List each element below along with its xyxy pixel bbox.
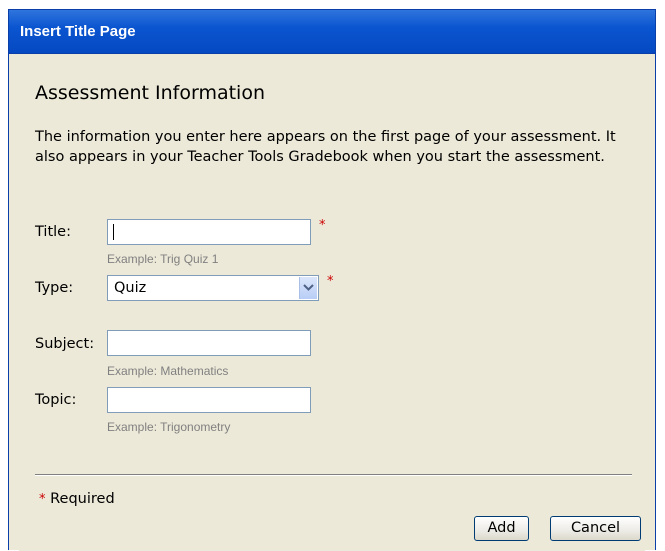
cancel-button[interactable]: Cancel xyxy=(550,516,641,541)
title-hint: Example: Trig Quiz 1 xyxy=(107,252,219,266)
type-label: Type: xyxy=(35,280,74,296)
subject-hint: Example: Mathematics xyxy=(107,364,229,378)
topic-input[interactable] xyxy=(107,387,311,413)
required-text: Required xyxy=(45,491,115,507)
title-label: Title: xyxy=(35,224,71,240)
title-required-mark: * xyxy=(319,218,326,233)
chevron-down-icon[interactable] xyxy=(299,277,317,299)
dialog-window: Insert Title Page Assessment Information… xyxy=(8,9,656,551)
required-note: * Required xyxy=(39,491,115,507)
title-bar[interactable]: Insert Title Page xyxy=(9,10,655,54)
add-button[interactable]: Add xyxy=(474,516,529,541)
text-caret xyxy=(113,224,114,240)
type-select[interactable]: Quiz xyxy=(107,275,319,301)
subject-label: Subject: xyxy=(35,336,95,352)
title-input[interactable] xyxy=(107,219,311,245)
topic-hint: Example: Trigonometry xyxy=(107,420,231,434)
subject-input[interactable] xyxy=(107,330,311,356)
topic-label: Topic: xyxy=(35,392,77,408)
type-selected-value: Quiz xyxy=(114,280,147,296)
intro-text: The information you enter here appears o… xyxy=(35,129,616,165)
section-heading: Assessment Information xyxy=(35,82,265,104)
type-required-mark: * xyxy=(327,274,334,289)
divider-highlight xyxy=(35,475,632,476)
window-title: Insert Title Page xyxy=(20,23,136,40)
dialog-content: Assessment Information The information y… xyxy=(19,54,645,551)
